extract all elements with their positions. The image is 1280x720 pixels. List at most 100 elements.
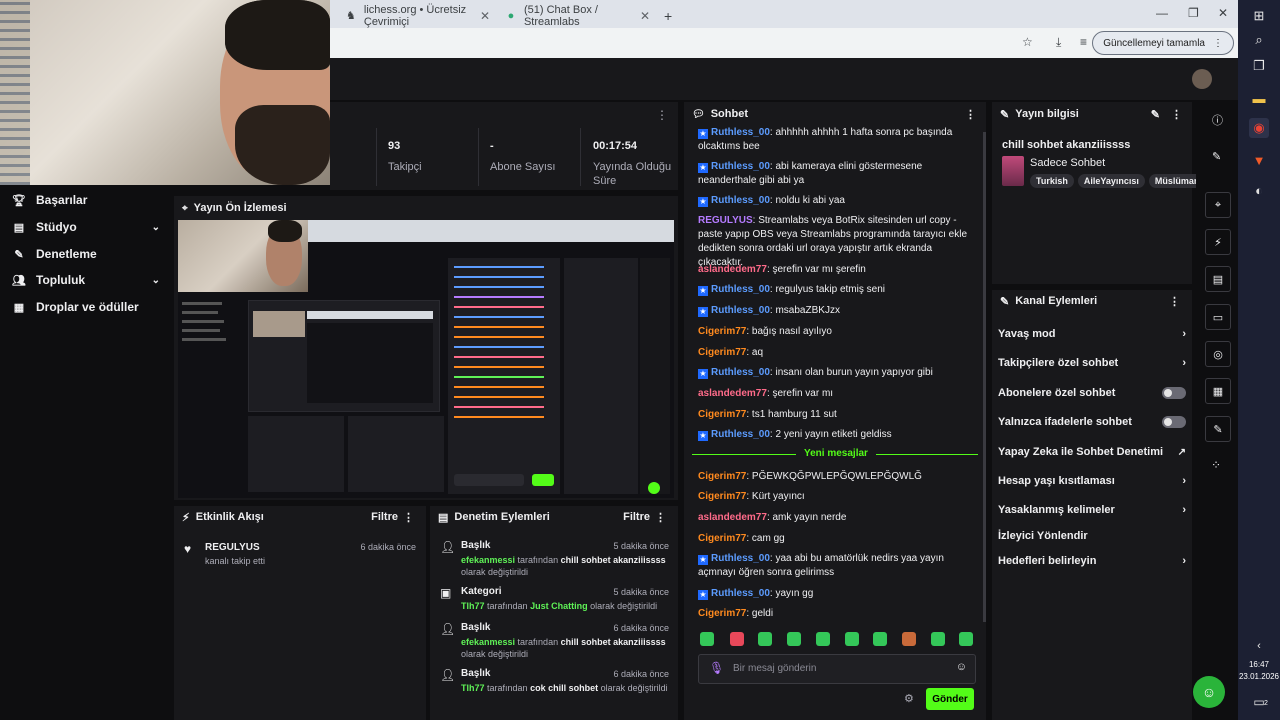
- chat-username[interactable]: Ruthless_00: [711, 127, 770, 138]
- search-icon[interactable]: ⌕: [1249, 30, 1269, 50]
- action-followers-only[interactable]: Takipçilere özel sohbet ›: [998, 357, 1186, 369]
- folder-icon[interactable]: ▬: [1249, 88, 1269, 108]
- more-vert-icon[interactable]: ⋮: [655, 511, 666, 524]
- tag[interactable]: AileYayıncısı: [1077, 174, 1145, 188]
- broadcast-icon[interactable]: ◎: [1205, 341, 1231, 367]
- tab-lichess[interactable]: ♞ lichess.org • Ücretsiz Çevrimiçi ✕: [346, 4, 496, 28]
- chat-username[interactable]: REGULYUS: [698, 215, 753, 226]
- chat-username[interactable]: Cigerim77: [698, 491, 746, 502]
- more-vert-icon[interactable]: ⋮: [965, 108, 976, 121]
- new-tab-button[interactable]: +: [664, 4, 672, 28]
- nav-studio[interactable]: ▤ Stüdyo ⌄: [12, 220, 160, 234]
- actor[interactable]: efekanmessi: [461, 555, 515, 565]
- chat-username[interactable]: Ruthless_00: [711, 553, 770, 564]
- bookmark-star-icon[interactable]: ☆: [1022, 35, 1033, 49]
- support-icon[interactable]: ☺: [1193, 676, 1225, 708]
- address-bar[interactable]: ☆ ⤓ ≡ F Güncellemeyi tamamla ⋮: [330, 28, 1238, 59]
- chat-bubble-icon[interactable]: ▭: [1205, 304, 1231, 330]
- chat-username[interactable]: Ruthless_00: [711, 588, 770, 599]
- emote[interactable]: [873, 632, 887, 646]
- media-icon[interactable]: ≡: [1080, 35, 1087, 49]
- more-vert-icon[interactable]: ⋮: [403, 511, 414, 524]
- action-emote-only[interactable]: Yalnızca ifadelerle sohbet: [998, 416, 1186, 428]
- emote[interactable]: [700, 632, 714, 646]
- wrench-icon[interactable]: ✎: [1205, 416, 1231, 442]
- info-icon[interactable]: ⓘ: [1212, 112, 1223, 128]
- emote[interactable]: [845, 632, 859, 646]
- update-button[interactable]: Güncellemeyi tamamla ⋮: [1092, 31, 1234, 55]
- nav-community[interactable]: 👥︎ Topluluk ⌄: [12, 273, 160, 287]
- more-vert-icon[interactable]: ⋮: [656, 108, 668, 122]
- layout-icon[interactable]: ▦: [1205, 378, 1231, 404]
- settings-icon[interactable]: ⚙: [904, 692, 914, 705]
- emote[interactable]: [931, 632, 945, 646]
- chat-username[interactable]: Cigerim77: [698, 533, 746, 544]
- action-slow-mode[interactable]: Yavaş mod ›: [998, 328, 1186, 340]
- task-view-icon[interactable]: ❐: [1249, 56, 1269, 76]
- microphone-icon[interactable]: 🎙︎: [709, 661, 724, 675]
- windows-start-icon[interactable]: ⊞: [1249, 6, 1269, 26]
- action-raid[interactable]: İzleyici Yönlendir: [998, 530, 1186, 542]
- apps-icon[interactable]: ⁘: [1211, 458, 1221, 472]
- emote[interactable]: [758, 632, 772, 646]
- brave-icon[interactable]: ▼: [1249, 150, 1269, 170]
- close-icon[interactable]: ✕: [634, 9, 656, 23]
- chat-username[interactable]: Ruthless_00: [711, 305, 770, 316]
- window-close-icon[interactable]: ✕: [1218, 6, 1228, 20]
- chat-username[interactable]: Ruthless_00: [711, 161, 770, 172]
- maximize-icon[interactable]: ❐: [1188, 6, 1199, 20]
- toggle-switch[interactable]: [1162, 416, 1186, 428]
- activity-user[interactable]: REGULYUS: [205, 542, 260, 553]
- clip-icon[interactable]: ⌖: [1205, 192, 1231, 218]
- minimize-icon[interactable]: —: [1156, 6, 1168, 20]
- category-name[interactable]: Sadece Sohbet: [1030, 157, 1105, 169]
- action-banned-words[interactable]: Yasaklanmış kelimeler ›: [998, 504, 1186, 516]
- chat-username[interactable]: Cigerim77: [698, 608, 746, 619]
- emote[interactable]: [959, 632, 973, 646]
- chat-username[interactable]: Cigerim77: [698, 471, 746, 482]
- chat-username[interactable]: aslandedem77: [698, 388, 767, 399]
- chat-scrollbar[interactable]: [983, 132, 986, 622]
- user-avatar[interactable]: [1192, 69, 1212, 89]
- action-ai-moderation[interactable]: Yapay Zeka ile Sohbet Denetimi ↗: [998, 446, 1186, 458]
- more-vert-icon[interactable]: ⋮: [1171, 108, 1182, 121]
- filter-button[interactable]: Filtre: [623, 511, 650, 523]
- edit-icon[interactable]: ✎: [1151, 108, 1160, 121]
- chat-input[interactable]: 🎙︎ Bir mesaj gönderin ☺: [698, 654, 976, 684]
- chat-username[interactable]: Ruthless_00: [711, 367, 770, 378]
- chat-username[interactable]: Cigerim77: [698, 409, 746, 420]
- nav-moderation[interactable]: ✎ Denetleme: [12, 247, 160, 261]
- preview-video[interactable]: [178, 220, 674, 498]
- toggle-switch[interactable]: [1162, 387, 1186, 399]
- actor[interactable]: Tlh77: [461, 601, 485, 611]
- emote[interactable]: [730, 632, 744, 646]
- action-goals[interactable]: Hedefleri belirleyin ›: [998, 555, 1186, 567]
- app-icon[interactable]: ◐: [1249, 180, 1269, 200]
- chevron-left-icon[interactable]: ‹: [1249, 636, 1269, 656]
- chat-username[interactable]: Ruthless_00: [711, 195, 770, 206]
- chat-username[interactable]: Cigerim77: [698, 326, 746, 337]
- emoji-icon[interactable]: ☺: [956, 661, 967, 673]
- action-account-age[interactable]: Hesap yaşı kısıtlaması ›: [998, 475, 1186, 487]
- download-icon[interactable]: ⤓: [1056, 35, 1061, 50]
- tag[interactable]: Turkish: [1030, 174, 1074, 188]
- note-icon[interactable]: ▤: [1205, 266, 1231, 292]
- emote[interactable]: [902, 632, 916, 646]
- actor[interactable]: efekanmessi: [461, 637, 515, 647]
- emote[interactable]: [816, 632, 830, 646]
- close-icon[interactable]: ✕: [474, 9, 496, 23]
- filter-button[interactable]: Filtre: [371, 511, 398, 523]
- chat-username[interactable]: Ruthless_00: [711, 429, 770, 440]
- lightning-icon[interactable]: ⚡︎: [1205, 229, 1231, 255]
- more-vert-icon[interactable]: ⋮: [1169, 295, 1180, 308]
- action-subscribers-only[interactable]: Abonelere özel sohbet: [998, 387, 1186, 399]
- chat-username[interactable]: aslandedem77: [698, 264, 767, 275]
- send-button[interactable]: Gönder: [926, 688, 974, 710]
- actor[interactable]: Tlh77: [461, 683, 485, 693]
- chat-username[interactable]: Cigerim77: [698, 347, 746, 358]
- chrome-icon[interactable]: ◉: [1249, 118, 1269, 138]
- tab-streamlabs[interactable]: ● (51) Chat Box / Streamlabs ✕: [506, 4, 656, 28]
- chat-username[interactable]: Ruthless_00: [711, 284, 770, 295]
- pencil-icon[interactable]: ✎: [1212, 150, 1221, 163]
- nav-drops[interactable]: ▦ Droplar ve ödüller: [12, 300, 160, 314]
